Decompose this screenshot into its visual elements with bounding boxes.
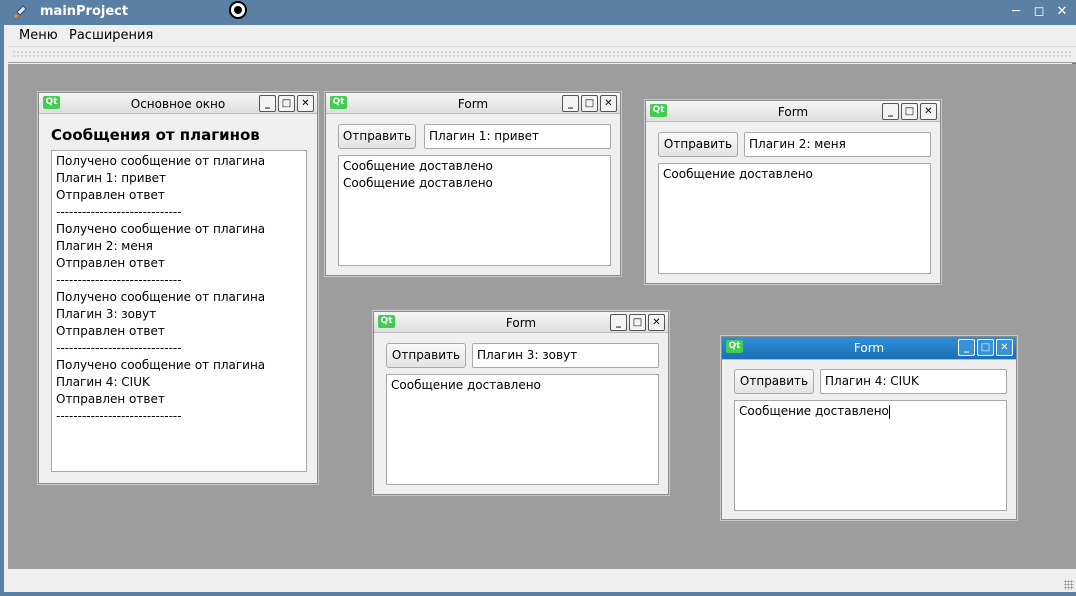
close-icon[interactable]: ✕ — [297, 95, 314, 112]
log-line: Отправлен ответ — [56, 256, 165, 270]
subwindow-form-1: Qt Form _ □ ✕ Отправить Плагин 1: привет… — [325, 92, 621, 276]
toolbar-grip[interactable] — [12, 50, 1072, 58]
message-input[interactable]: Плагин 4: CIUK — [820, 369, 1007, 394]
messages-heading: Сообщения от плагинов — [51, 126, 260, 144]
log-line: ----------------------------- — [56, 341, 182, 355]
subwindow-titlebar[interactable]: Qt Основное окно _ □ ✕ — [39, 93, 317, 114]
delivery-log[interactable]: Сообщение доставлено — [658, 163, 931, 274]
log-line: Получено сообщение от плагина — [56, 290, 266, 304]
window-title: mainProject — [40, 4, 129, 19]
window-titlebar[interactable]: mainProject ─ ◻ ✕ — [4, 0, 1076, 25]
size-grip-icon[interactable] — [1064, 580, 1074, 590]
maximize-icon[interactable]: □ — [629, 314, 646, 331]
window-minimize-button[interactable]: ─ — [1008, 4, 1024, 20]
maximize-icon[interactable]: □ — [901, 103, 918, 120]
minimize-icon[interactable]: _ — [882, 103, 899, 120]
message-input[interactable]: Плагин 3: зовут — [472, 343, 659, 368]
menu-item-menu[interactable]: Меню — [19, 28, 58, 43]
send-button[interactable]: Отправить — [386, 343, 466, 368]
delivery-log[interactable]: Сообщение доставлено Сообщение доставлено — [338, 155, 611, 266]
send-button[interactable]: Отправить — [338, 124, 416, 149]
close-icon[interactable]: ✕ — [600, 95, 617, 112]
log-line: Плагин 1: привет — [56, 171, 167, 185]
log-line: Получено сообщение от плагина — [56, 154, 266, 168]
log-line: Плагин 4: CIUK — [56, 375, 150, 389]
log-line: Плагин 2: меня — [56, 239, 153, 253]
window-maximize-button[interactable]: ◻ — [1031, 4, 1047, 20]
busy-cursor-icon — [229, 1, 247, 19]
subwindow-titlebar[interactable]: Qt Form _ □ ✕ — [374, 312, 668, 333]
menubar: Меню Расширения — [8, 25, 1076, 46]
close-icon[interactable]: ✕ — [996, 339, 1013, 356]
delivery-message: Сообщение доставлено — [343, 159, 493, 173]
menu-item-extensions[interactable]: Расширения — [69, 28, 153, 43]
minimize-icon[interactable]: _ — [610, 314, 627, 331]
log-line: ----------------------------- — [56, 205, 182, 219]
minimize-icon[interactable]: _ — [562, 95, 579, 112]
toolbar — [8, 46, 1076, 63]
delivery-message: Сообщение доставлено — [343, 176, 493, 190]
mdi-area: Qt Основное окно _ □ ✕ Сообщения от плаг… — [8, 64, 1076, 569]
subwindow-titlebar[interactable]: Qt Form _ □ ✕ — [722, 337, 1016, 360]
send-button[interactable]: Отправить — [734, 369, 814, 394]
log-line: Получено сообщение от плагина — [56, 222, 266, 236]
app-rocket-icon — [14, 5, 27, 18]
log-line: ----------------------------- — [56, 409, 182, 423]
delivery-message: Сообщение доставлено — [663, 167, 813, 181]
log-line: Отправлен ответ — [56, 392, 165, 406]
log-line: Отправлен ответ — [56, 188, 165, 202]
message-input[interactable]: Плагин 1: привет — [424, 124, 611, 149]
delivery-message: Сообщение доставлено — [739, 404, 890, 419]
maximize-icon[interactable]: □ — [278, 95, 295, 112]
log-line: ----------------------------- — [56, 273, 182, 287]
minimize-icon[interactable]: _ — [958, 339, 975, 356]
log-line: Плагин 3: зовут — [56, 307, 157, 321]
subwindow-titlebar[interactable]: Qt Form _ □ ✕ — [326, 93, 620, 114]
subwindow-form-3: Qt Form _ □ ✕ Отправить Плагин 3: зовут … — [373, 311, 669, 495]
send-button[interactable]: Отправить — [658, 132, 738, 157]
statusbar — [8, 569, 1076, 592]
subwindow-form-4: Qt Form _ □ ✕ Отправить Плагин 4: CIUK С… — [721, 336, 1017, 520]
message-input[interactable]: Плагин 2: меня — [744, 132, 931, 157]
minimize-icon[interactable]: _ — [259, 95, 276, 112]
close-icon[interactable]: ✕ — [920, 103, 937, 120]
delivery-log[interactable]: Сообщение доставлено — [386, 374, 659, 485]
window-close-button[interactable]: ✕ — [1054, 4, 1070, 20]
maximize-icon[interactable]: □ — [977, 339, 994, 356]
maximize-icon[interactable]: □ — [581, 95, 598, 112]
subwindow-main: Qt Основное окно _ □ ✕ Сообщения от плаг… — [38, 92, 318, 484]
log-line: Получено сообщение от плагина — [56, 358, 266, 372]
text-caret — [888, 404, 890, 419]
messages-log[interactable]: Получено сообщение от плагина Плагин 1: п… — [51, 150, 307, 472]
subwindow-titlebar[interactable]: Qt Form _ □ ✕ — [646, 101, 940, 122]
log-line: Отправлен ответ — [56, 324, 165, 338]
subwindow-form-2: Qt Form _ □ ✕ Отправить Плагин 2: меня С… — [645, 100, 941, 284]
main-application-window: mainProject ─ ◻ ✕ Меню Расширения Qt Осн… — [0, 0, 1076, 596]
delivery-log[interactable]: Сообщение доставлено — [734, 400, 1007, 511]
delivery-message: Сообщение доставлено — [391, 378, 541, 392]
close-icon[interactable]: ✕ — [648, 314, 665, 331]
